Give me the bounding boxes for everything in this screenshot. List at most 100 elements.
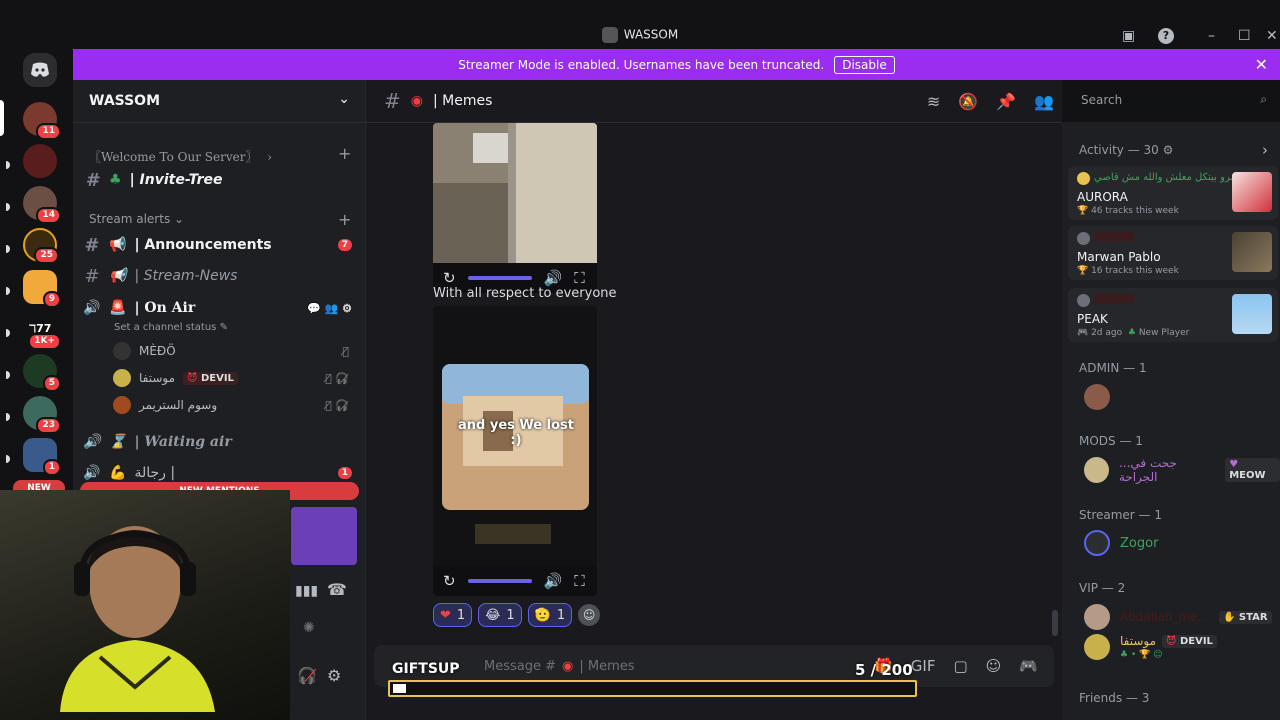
minimize-icon[interactable]: – bbox=[1208, 28, 1215, 44]
activity-sub: 🏆 16 tracks this week bbox=[1077, 266, 1179, 276]
activity-icon[interactable]: ✺ bbox=[303, 620, 315, 636]
video-progress[interactable] bbox=[467, 579, 532, 583]
fullscreen-icon[interactable]: ⛶ bbox=[574, 269, 585, 287]
fullscreen-icon[interactable]: ⛶ bbox=[574, 572, 585, 590]
server-2[interactable] bbox=[23, 144, 57, 178]
activity-sub-text: 16 tracks this week bbox=[1091, 266, 1179, 276]
voice-user-name: موستفا bbox=[139, 371, 176, 385]
video-player[interactable]: ↻ 🔊 ⛶ bbox=[433, 123, 597, 293]
reaction-joy[interactable]: 😂 1 bbox=[478, 603, 522, 627]
category-welcome[interactable]: 〖Welcome To Our Server〗 › bbox=[89, 148, 272, 165]
chevron-right-icon[interactable]: › bbox=[1262, 141, 1268, 159]
activity-thumbnail bbox=[1232, 232, 1272, 272]
activity-sub: 🏆 46 tracks this week bbox=[1077, 206, 1179, 216]
voice-user[interactable]: وسوم الستريمر 🎙̸ 🎧̸ bbox=[113, 393, 353, 417]
threads-icon[interactable]: ≋ bbox=[927, 92, 940, 111]
activity-user: عمرو بيتكل معلش والله مش قاصي bbox=[1094, 172, 1243, 183]
activity-card[interactable]: عمرو بيتكل معلش والله مش قاصي AURORA 🏆 4… bbox=[1068, 166, 1278, 220]
search-input[interactable]: Search ⌕ bbox=[1073, 88, 1273, 113]
apps-icon[interactable]: 🎮 bbox=[1019, 657, 1038, 675]
add-channel-icon[interactable]: + bbox=[338, 210, 351, 229]
channel-invite-tree[interactable]: # ♣ | Invite-Tree bbox=[83, 166, 358, 194]
discord-home-icon[interactable] bbox=[23, 53, 57, 87]
activity-card[interactable]: Marwan Pablo 🏆 16 tracks this week bbox=[1068, 226, 1278, 280]
channel-announcements[interactable]: # 📢 | Announcements 7 bbox=[83, 231, 358, 259]
truncated-username bbox=[1094, 232, 1134, 241]
video-controls: ↻ 🔊 ⛶ bbox=[433, 566, 597, 596]
member-vip[interactable]: موستفا 😈 DEVIL ♣ • 🏆 ☺ bbox=[1084, 634, 1217, 664]
role-tag: 😈 DEVIL bbox=[1162, 634, 1217, 648]
unread-dot bbox=[6, 329, 10, 337]
video-progress[interactable] bbox=[467, 276, 532, 280]
disconnect-icon[interactable]: ☎ bbox=[327, 580, 347, 599]
server-4[interactable]: 25 bbox=[23, 228, 59, 264]
inbox-icon[interactable]: ▣ bbox=[1122, 28, 1135, 44]
server-9[interactable]: 1 bbox=[23, 438, 61, 476]
deafen-icon[interactable]: 🎧̸ bbox=[297, 666, 317, 685]
voice-user[interactable]: موستفا 😈 DEVIL 🎙̸ 🎧̸ bbox=[113, 366, 353, 390]
reaction-salute[interactable]: 🫡 1 bbox=[527, 603, 573, 627]
role-tag: ✋ STAR bbox=[1218, 610, 1272, 624]
member-info: موستفا 😈 DEVIL ♣ • 🏆 ☺ bbox=[1120, 634, 1217, 660]
avatar bbox=[113, 342, 131, 360]
server-7[interactable]: 5 bbox=[23, 354, 61, 392]
close-window-icon[interactable]: ✕ bbox=[1266, 28, 1278, 44]
member-vip[interactable]: Abdallah_me... ✋ STAR bbox=[1084, 602, 1272, 632]
server-wassom[interactable]: 11 bbox=[23, 102, 61, 140]
gear-icon[interactable]: ⚙ bbox=[1163, 143, 1174, 157]
server-badge: 9 bbox=[42, 291, 61, 308]
member-streamer[interactable]: Zogor bbox=[1084, 528, 1158, 558]
close-banner-icon[interactable]: ✕ bbox=[1255, 55, 1268, 74]
replay-icon[interactable]: ↻ bbox=[443, 572, 456, 590]
chat-scrollbar[interactable] bbox=[1052, 610, 1058, 636]
member-mod[interactable]: ...جحت في الجراحة ♥ MEOW bbox=[1084, 455, 1280, 485]
avatar bbox=[1084, 457, 1109, 483]
server-3[interactable]: 14 bbox=[23, 186, 61, 224]
server-6[interactable]: ℸ77 1K+ bbox=[23, 312, 61, 350]
server-5[interactable]: 9 bbox=[23, 270, 61, 308]
sticker-icon[interactable]: ▢ bbox=[953, 657, 967, 675]
header-tools: ≋ 🔕 📌 👥 bbox=[927, 92, 1054, 111]
member-admin[interactable] bbox=[1084, 382, 1110, 412]
stream-preview[interactable] bbox=[291, 507, 357, 565]
avatar bbox=[113, 369, 131, 387]
volume-icon[interactable]: 🔊 bbox=[544, 572, 563, 590]
user-settings-icon[interactable]: ⚙ bbox=[327, 666, 341, 685]
soundboard-icon[interactable]: ▮▮▮ bbox=[295, 583, 318, 599]
maximize-icon[interactable]: ☐ bbox=[1238, 28, 1251, 44]
emoji-icon[interactable]: ☺ bbox=[986, 657, 1002, 675]
gif-icon[interactable]: GIF bbox=[911, 657, 936, 675]
pin-icon[interactable]: 📌 bbox=[996, 92, 1016, 111]
hand-icon: ✋ bbox=[1222, 611, 1236, 623]
voice-user[interactable]: MÈÐÖ 🎙̸ bbox=[113, 339, 353, 363]
add-channel-icon[interactable]: + bbox=[338, 144, 351, 163]
voice-channel-actions-icon[interactable]: 💬 👥 ⚙ bbox=[307, 302, 352, 315]
volume-icon[interactable]: 🔊 bbox=[544, 269, 563, 287]
video-caption: and yes We lost :) bbox=[458, 418, 574, 448]
add-reaction-icon[interactable]: ☺ bbox=[578, 604, 601, 626]
member-name-row: موستفا 😈 DEVIL bbox=[1120, 634, 1217, 648]
avatar bbox=[1077, 232, 1090, 245]
replay-icon[interactable]: ↻ bbox=[443, 269, 456, 287]
voice-channel-waiting-air[interactable]: 🔊 ⌛ | Waiting air bbox=[83, 428, 358, 456]
disable-button[interactable]: Disable bbox=[834, 55, 895, 74]
channel-stream-news[interactable]: # 📢 | Stream-News bbox=[83, 262, 358, 290]
activity-card[interactable]: PEAK 🎮 2d ago ♣ New Player bbox=[1068, 288, 1278, 342]
hash-icon: # bbox=[84, 234, 100, 256]
video-player[interactable]: and yes We lost :) ↻ 🔊 ⛶ bbox=[433, 306, 597, 596]
avatar bbox=[113, 396, 131, 414]
composer-placeholder: Message # bbox=[484, 658, 557, 674]
help-icon[interactable]: ? bbox=[1158, 28, 1174, 44]
server-header[interactable]: WASSOM ⌄ bbox=[73, 80, 366, 123]
reaction-heart[interactable]: ❤ 1 bbox=[433, 603, 473, 627]
activity-sub-text: 2d ago bbox=[1091, 328, 1123, 338]
notifications-muted-icon[interactable]: 🔕 bbox=[958, 92, 978, 111]
member-list: Activity — 30 ⚙ › عمرو بيتكل معلش والله … bbox=[1062, 122, 1280, 720]
avatar bbox=[1084, 604, 1110, 630]
speaker-icon: 🔊 bbox=[83, 300, 101, 316]
voice-channel-on-air[interactable]: 🔊 🚨 | On Air 💬 👥 ⚙ bbox=[83, 294, 358, 322]
category-stream-alerts[interactable]: Stream alerts ⌄ bbox=[89, 212, 184, 226]
member-list-icon[interactable]: 👥 bbox=[1034, 92, 1054, 111]
server-8[interactable]: 23 bbox=[23, 396, 61, 434]
set-status[interactable]: Set a channel status ✎ bbox=[114, 322, 228, 333]
